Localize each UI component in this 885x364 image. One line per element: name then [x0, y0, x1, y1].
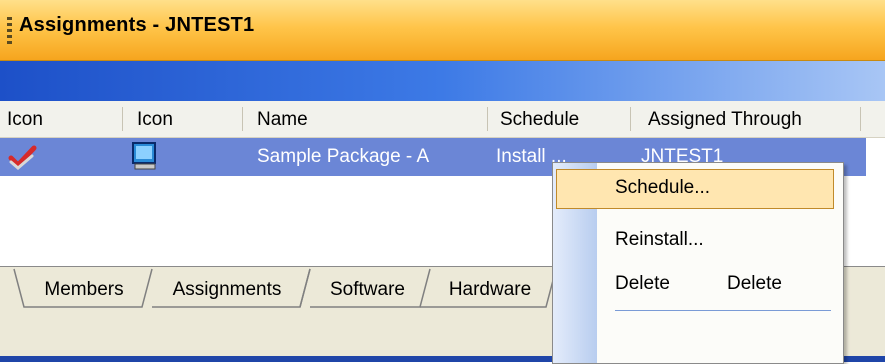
context-menu: Schedule... Reinstall... Delete Delete — [552, 162, 844, 364]
column-separator[interactable] — [487, 107, 488, 131]
computer-icon — [132, 142, 156, 170]
menu-item-delete[interactable]: Delete — [615, 273, 670, 295]
tab-assignments[interactable]: Assignments — [162, 273, 292, 311]
row-name: Sample Package - A — [257, 146, 430, 167]
menu-item-schedule[interactable]: Schedule... — [615, 177, 710, 199]
column-schedule[interactable]: Schedule — [500, 109, 579, 131]
column-icon-2[interactable]: Icon — [137, 109, 173, 131]
column-separator[interactable] — [122, 107, 123, 131]
menu-separator — [615, 310, 831, 311]
menu-item-delete-shortcut: Delete — [727, 273, 782, 294]
column-assigned-through[interactable]: Assigned Through — [648, 109, 802, 131]
column-separator[interactable] — [242, 107, 243, 131]
column-icon-1[interactable]: Icon — [7, 109, 43, 131]
column-separator[interactable] — [630, 107, 631, 131]
menu-item-reinstall[interactable]: Reinstall... — [615, 229, 704, 251]
tab-hardware[interactable]: Hardware — [440, 273, 540, 311]
header-band — [0, 61, 885, 101]
column-header: Icon Icon Name Schedule Assigned Through — [0, 101, 885, 138]
tab-software[interactable]: Software — [320, 273, 415, 311]
tab-members[interactable]: Members — [34, 273, 134, 311]
grip-handle[interactable] — [7, 17, 12, 45]
column-separator[interactable] — [860, 107, 861, 131]
window-title: Assignments - JNTEST1 — [19, 14, 255, 36]
column-name[interactable]: Name — [257, 109, 308, 131]
check-icon — [8, 145, 37, 170]
